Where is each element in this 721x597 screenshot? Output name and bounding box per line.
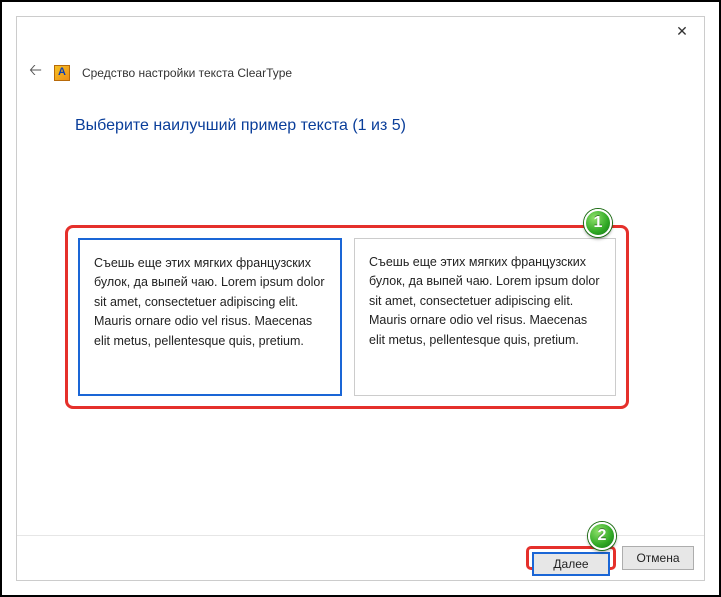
wizard-window: ✕ 🡠 A Средство настройки текста ClearTyp… xyxy=(16,16,705,581)
next-button[interactable]: Далее xyxy=(532,552,610,576)
app-icon: A xyxy=(54,65,70,81)
back-arrow-icon[interactable]: 🡠 xyxy=(29,59,42,86)
window-title: Средство настройки текста ClearType xyxy=(82,66,292,80)
wizard-button-row: Далее Отмена xyxy=(526,546,694,570)
page-heading: Выберите наилучший пример текста (1 из 5… xyxy=(75,117,406,135)
sample-selection-area: Съешь еще этих мягких французских булок,… xyxy=(65,225,629,409)
window-header: 🡠 A Средство настройки текста ClearType xyxy=(29,59,292,86)
annotation-badge-2: 2 xyxy=(588,522,616,550)
close-icon[interactable]: ✕ xyxy=(670,21,694,41)
text-sample-2[interactable]: Съешь еще этих мягких французских булок,… xyxy=(354,238,616,396)
screenshot-frame: ✕ 🡠 A Средство настройки текста ClearTyp… xyxy=(0,0,721,597)
text-sample-1[interactable]: Съешь еще этих мягких французских булок,… xyxy=(78,238,342,396)
cancel-button[interactable]: Отмена xyxy=(622,546,694,570)
annotation-badge-1: 1 xyxy=(584,209,612,237)
